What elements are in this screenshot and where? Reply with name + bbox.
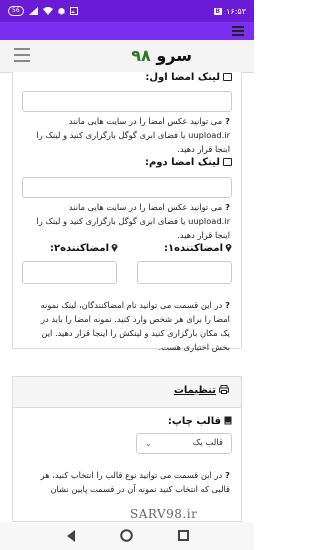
question-icon: ? xyxy=(225,116,230,126)
status-badge: B xyxy=(213,7,223,15)
system-nav-bar xyxy=(0,522,254,550)
question-icon: ? xyxy=(225,470,230,480)
question-icon: ? xyxy=(225,202,230,212)
settings-header: تنظیمات xyxy=(13,377,241,408)
signer1-input[interactable] xyxy=(137,261,232,284)
signers-help-text: در این قسمت می توانید نام امضاکنندگان، ل… xyxy=(40,300,230,352)
signal-icon xyxy=(28,7,38,15)
home-icon[interactable] xyxy=(120,529,133,542)
brand-number: ۹۸ xyxy=(131,46,151,65)
status-time: ۱۶:۵۳ xyxy=(226,6,246,16)
bell-icon xyxy=(58,8,65,15)
print-template-value: قالب یک xyxy=(192,438,223,448)
chevron-down-icon: ⌄ xyxy=(145,439,152,448)
settings-help: ?در این قسمت می توانید نوع قالب را انتخا… xyxy=(34,468,230,510)
signature2-help-text: می توانید عکس امضا را در سایت هایی مانند… xyxy=(36,202,230,240)
menu-icon[interactable] xyxy=(232,26,244,36)
image-icon xyxy=(69,7,78,15)
recents-icon[interactable] xyxy=(178,530,189,541)
signature2-input[interactable] xyxy=(22,177,232,198)
question-icon: ? xyxy=(225,300,230,310)
site-navbar: سرو ۹۸ xyxy=(0,40,254,73)
back-icon[interactable] xyxy=(66,530,76,542)
signer1-label: امضاکننده۱: xyxy=(164,243,232,254)
image-icon xyxy=(223,73,232,81)
signer2-label: امضاکننده۲: xyxy=(50,243,118,254)
map-marker-icon xyxy=(111,244,118,252)
signature2-help: ?می توانید عکس امضا را در سایت هایی مانن… xyxy=(34,200,230,242)
app-bar xyxy=(0,22,254,40)
site-brand[interactable]: سرو ۹۸ xyxy=(131,46,192,65)
wifi-icon xyxy=(42,7,53,15)
site-watermark: SARV98.ir xyxy=(130,507,198,521)
brand-text: سرو xyxy=(156,46,192,65)
printer-icon xyxy=(219,385,229,394)
signature2-label: لینک امضا دوم: xyxy=(145,157,232,168)
signers-help: ?در این قسمت می توانید نام امضاکنندگان، … xyxy=(34,298,230,354)
status-bar: 56 B ۱۶:۵۳ xyxy=(0,0,254,22)
print-template-label: قالب چاپ: xyxy=(168,416,232,427)
signer2-input[interactable] xyxy=(22,261,117,284)
signature1-label-text: لینک امضا اول: xyxy=(145,72,220,83)
battery-indicator: 56 xyxy=(8,6,24,16)
print-template-select[interactable]: قالب یک ⌄ xyxy=(136,433,232,454)
signature1-input[interactable] xyxy=(22,91,232,112)
settings-title-text: تنظیمات xyxy=(173,385,216,396)
signature1-label: لینک امضا اول: xyxy=(145,72,232,83)
status-right: B ۱۶:۵۳ xyxy=(213,6,246,16)
book-icon xyxy=(224,416,232,425)
image-icon xyxy=(223,158,232,166)
signature1-help: ?می توانید عکس امضا را در سایت هایی مانن… xyxy=(34,114,230,156)
signature1-help-text: می توانید عکس امضا را در سایت هایی مانند… xyxy=(36,116,230,154)
signer2-label-text: امضاکننده۲: xyxy=(50,243,109,254)
map-marker-icon xyxy=(225,244,232,252)
status-left: 56 xyxy=(8,6,78,16)
settings-help-text: در این قسمت می توانید نوع قالب را انتخاب… xyxy=(40,470,230,494)
hamburger-icon[interactable] xyxy=(14,48,30,62)
print-template-label-text: قالب چاپ: xyxy=(167,416,221,427)
settings-title[interactable]: تنظیمات xyxy=(174,385,229,396)
signature2-label-text: لینک امضا دوم: xyxy=(144,157,220,168)
signer1-label-text: امضاکننده۱: xyxy=(164,243,223,254)
